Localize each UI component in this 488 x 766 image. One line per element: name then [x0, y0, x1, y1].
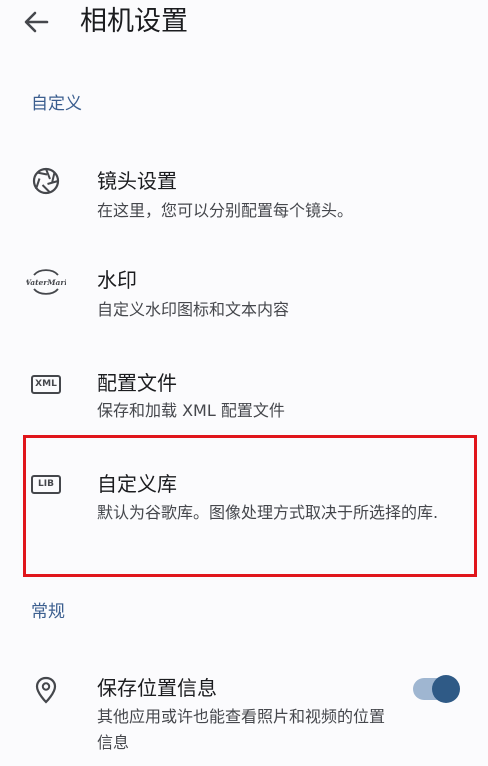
- aperture-icon: [30, 167, 62, 195]
- arrow-back-icon: [24, 11, 49, 33]
- page-title: 相机设置: [80, 6, 188, 37]
- lib-icon-label: LIB: [31, 474, 61, 494]
- top-app-bar: 相机设置: [0, 0, 488, 48]
- back-button[interactable]: [18, 6, 54, 38]
- section-header-custom: 自定义: [31, 94, 82, 114]
- lib-icon: LIB: [30, 470, 62, 498]
- config-file-item[interactable]: XML 配置文件 保存和加载 XML 配置文件: [0, 366, 488, 428]
- location-pin-icon: [30, 676, 62, 704]
- custom-library-title: 自定义库: [97, 472, 177, 496]
- toggle-thumb: [432, 675, 460, 703]
- custom-library-item[interactable]: LIB 自定义库 默认为谷歌库。图像处理方式取决于所选择的库.: [0, 466, 488, 560]
- custom-library-subtitle: 默认为谷歌库。图像处理方式取决于所选择的库.: [97, 503, 439, 522]
- save-location-toggle[interactable]: [413, 674, 461, 704]
- watermark-icon-text: WaterMark: [26, 278, 66, 287]
- watermark-icon: WaterMark: [26, 268, 66, 296]
- save-location-subtitle: 其他应用或许也能查看照片和视频的位置信息: [97, 707, 386, 752]
- lens-settings-subtitle: 在这里，您可以分别配置每个镜头。: [97, 201, 354, 220]
- xml-icon: XML: [30, 370, 62, 398]
- xml-icon-label: XML: [31, 374, 61, 394]
- save-location-title: 保存位置信息: [97, 676, 217, 700]
- section-header-general: 常规: [31, 602, 65, 622]
- watermark-subtitle: 自定义水印图标和文本内容: [97, 300, 290, 319]
- watermark-title: 水印: [97, 268, 137, 292]
- config-file-subtitle: 保存和加载 XML 配置文件: [97, 401, 285, 420]
- lens-settings-item[interactable]: 镜头设置 在这里，您可以分别配置每个镜头。: [0, 160, 488, 230]
- config-file-title: 配置文件: [97, 371, 177, 395]
- watermark-item[interactable]: WaterMark 水印 自定义水印图标和文本内容: [0, 262, 488, 332]
- lens-settings-title: 镜头设置: [97, 169, 177, 193]
